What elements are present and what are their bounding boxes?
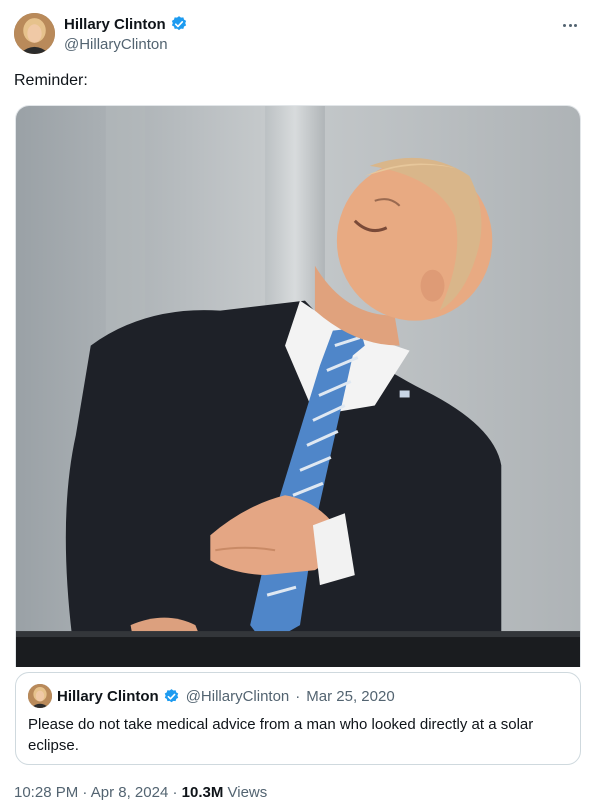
tweet-meta: 10:28 PM · Apr 8, 2024 · 10.3M Views bbox=[14, 784, 267, 801]
meta-separator: · bbox=[172, 784, 178, 801]
quote-header: Hillary Clinton @HillaryClinton · Mar 25… bbox=[57, 688, 395, 705]
author-name-text[interactable]: Hillary Clinton bbox=[64, 16, 166, 33]
quote-date[interactable]: Mar 25, 2020 bbox=[306, 688, 394, 705]
author-handle[interactable]: @HillaryClinton bbox=[64, 36, 168, 53]
quote-author-name[interactable]: Hillary Clinton bbox=[57, 688, 159, 705]
tweet-date[interactable]: Apr 8, 2024 bbox=[91, 784, 169, 801]
views-count: 10.3M bbox=[181, 784, 224, 801]
quote-author-handle[interactable]: @HillaryClinton bbox=[186, 688, 290, 705]
quote-author-avatar[interactable] bbox=[28, 684, 52, 708]
views-label: Views bbox=[227, 784, 268, 801]
verified-badge-icon bbox=[170, 15, 188, 33]
author-name[interactable]: Hillary Clinton bbox=[64, 15, 188, 33]
author-avatar[interactable] bbox=[14, 13, 55, 54]
quoted-tweet[interactable]: Hillary Clinton @HillaryClinton · Mar 25… bbox=[15, 672, 581, 765]
more-icon[interactable] bbox=[559, 14, 581, 36]
quote-separator: · bbox=[295, 688, 301, 705]
quote-text: Please do not take medical advice from a… bbox=[28, 716, 534, 754]
meta-separator: · bbox=[82, 784, 88, 801]
tweet-text: Reminder: bbox=[14, 72, 88, 89]
verified-badge-icon bbox=[163, 688, 180, 705]
tweet-time[interactable]: 10:28 PM bbox=[14, 784, 78, 801]
tweet-media-image[interactable] bbox=[15, 105, 581, 667]
